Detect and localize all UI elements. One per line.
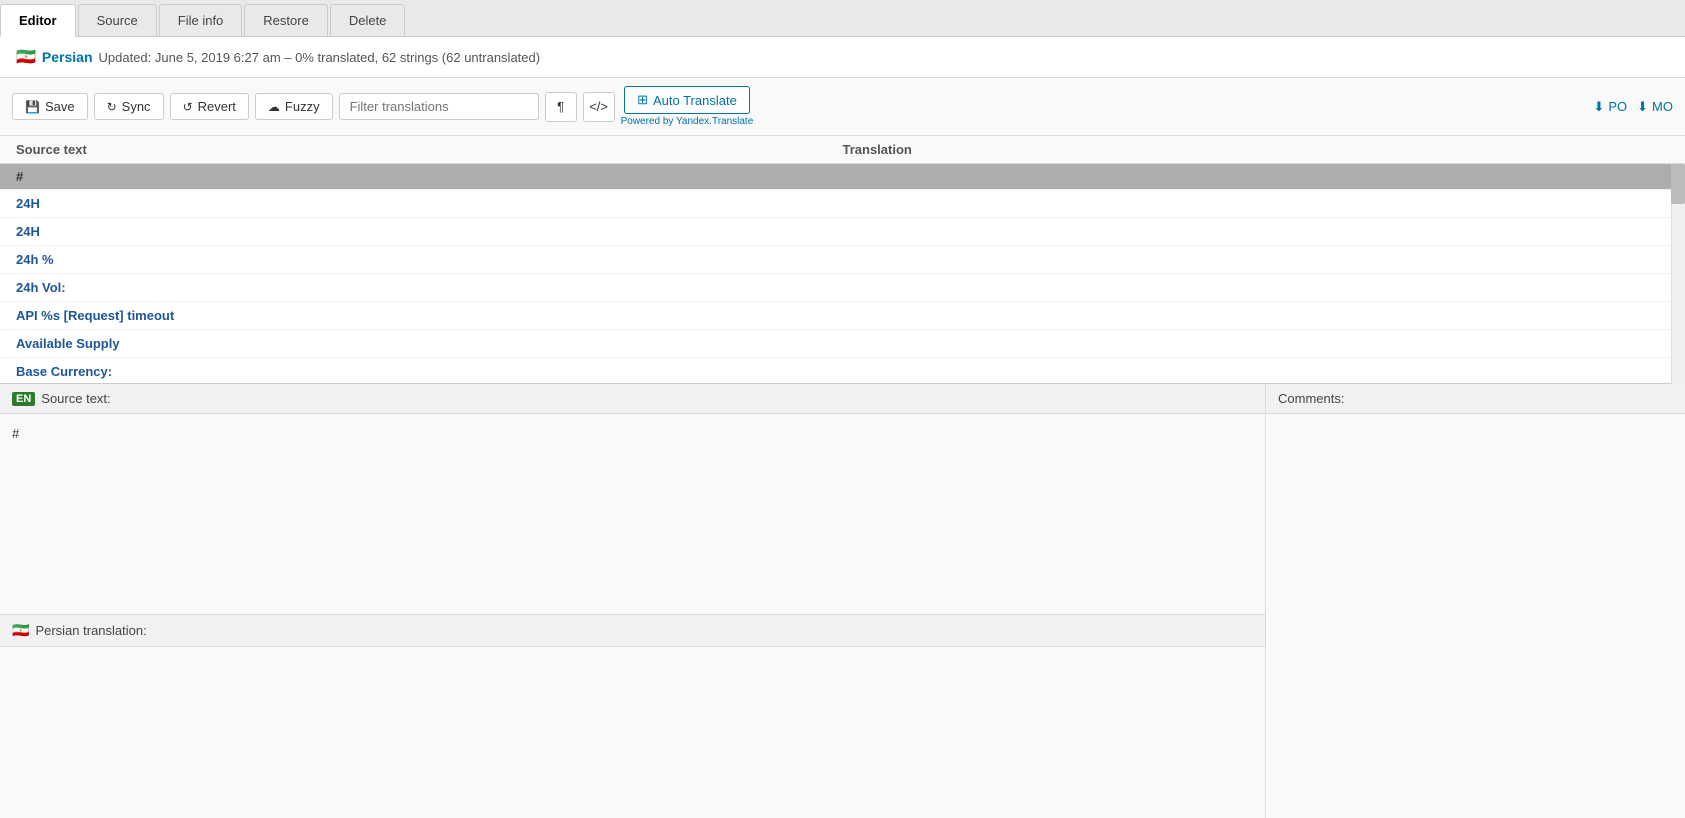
persian-flag-translation: 🇮🇷 — [12, 622, 29, 639]
string-translation — [843, 336, 1670, 351]
info-bar: 🇮🇷 Persian Updated: June 5, 2019 6:27 am… — [0, 37, 1685, 78]
revert-icon: ↺ — [183, 100, 193, 114]
source-text-content: # — [12, 426, 19, 441]
table-row[interactable]: Base Currency: — [0, 358, 1685, 384]
table-row[interactable]: # — [0, 164, 1685, 190]
string-source: 24H — [16, 196, 843, 211]
tab-file-info[interactable]: File info — [159, 4, 243, 36]
panels-row: EN Source text: # 🇮🇷 Persian translation… — [0, 384, 1685, 818]
language-meta: Updated: June 5, 2019 6:27 am – 0% trans… — [99, 50, 541, 65]
download-po-icon: ⬇ — [1593, 99, 1604, 115]
translation-header: Translation — [843, 142, 1670, 157]
string-source: # — [16, 169, 843, 184]
strings-wrapper: # 24H 24H 24h % 24h Vol: API %s [Request… — [0, 164, 1685, 384]
comments-panel-body — [1266, 414, 1685, 818]
language-name: Persian — [42, 49, 93, 65]
tab-restore[interactable]: Restore — [244, 4, 328, 36]
string-source: API %s [Request] timeout — [16, 308, 843, 323]
string-translation — [843, 196, 1670, 211]
string-translation — [843, 224, 1670, 239]
table-row[interactable]: 24H — [0, 218, 1685, 246]
download-mo-link[interactable]: ⬇ MO — [1637, 99, 1673, 115]
comments-label: Comments: — [1278, 391, 1344, 406]
auto-translate-wrapper: ⊞ Auto Translate Powered by Yandex.Trans… — [621, 86, 754, 127]
source-header: Source text — [16, 142, 843, 157]
string-source: Available Supply — [16, 336, 843, 351]
powered-by-label: Powered by Yandex.Translate — [621, 116, 754, 127]
string-translation — [843, 308, 1670, 323]
table-row[interactable]: 24h Vol: — [0, 274, 1685, 302]
string-source: 24H — [16, 224, 843, 239]
save-button[interactable]: 💾 Save — [12, 93, 88, 120]
download-po-link[interactable]: ⬇ PO — [1593, 99, 1627, 115]
code-icon: </> — [589, 99, 608, 114]
table-row[interactable]: 24H — [0, 190, 1685, 218]
sync-button[interactable]: ↻ Sync — [94, 93, 164, 120]
string-translation — [843, 280, 1670, 295]
translation-panel-body[interactable] — [0, 647, 1265, 818]
translate-icon: ⊞ — [637, 92, 648, 108]
string-translation — [843, 169, 1670, 184]
string-source: Base Currency: — [16, 364, 843, 379]
cloud-icon: ☁ — [268, 100, 280, 114]
translation-panel-label: Persian translation: — [35, 623, 146, 638]
tab-delete[interactable]: Delete — [330, 4, 406, 36]
paragraph-icon: ¶ — [557, 99, 564, 114]
table-row[interactable]: 24h % — [0, 246, 1685, 274]
string-translation — [843, 252, 1670, 267]
scrollbar-thumb[interactable] — [1671, 164, 1685, 204]
comments-panel: Comments: — [1265, 384, 1685, 818]
string-translation — [843, 364, 1670, 379]
revert-button[interactable]: ↺ Revert — [170, 93, 249, 120]
toolbar: 💾 Save ↻ Sync ↺ Revert ☁ Fuzzy ¶ </> ⊞ A… — [0, 78, 1685, 136]
scrollbar[interactable] — [1671, 164, 1685, 384]
fuzzy-button[interactable]: ☁ Fuzzy — [255, 93, 333, 120]
download-mo-icon: ⬇ — [1637, 99, 1648, 115]
persian-flag: 🇮🇷 — [16, 47, 36, 67]
sync-icon: ↻ — [107, 100, 117, 114]
table-row[interactable]: Available Supply — [0, 330, 1685, 358]
en-badge: EN — [12, 392, 35, 406]
source-panel: EN Source text: # 🇮🇷 Persian translation… — [0, 384, 1265, 818]
comments-panel-header: Comments: — [1266, 384, 1685, 414]
code-button[interactable]: </> — [583, 92, 615, 122]
table-header: Source text Translation — [0, 136, 1685, 164]
source-panel-header: EN Source text: — [0, 384, 1265, 414]
toolbar-right: ⬇ PO ⬇ MO — [1593, 99, 1673, 115]
source-panel-body: # — [0, 414, 1265, 614]
tab-editor[interactable]: Editor — [0, 4, 76, 37]
main-container: Editor Source File info Restore Delete 🇮… — [0, 0, 1685, 818]
source-panel-label: Source text: — [41, 391, 110, 406]
filter-input[interactable] — [339, 93, 539, 120]
tabs-bar: Editor Source File info Restore Delete — [0, 0, 1685, 37]
string-source: 24h % — [16, 252, 843, 267]
string-source: 24h Vol: — [16, 280, 843, 295]
save-icon: 💾 — [25, 100, 40, 114]
tab-source[interactable]: Source — [78, 4, 157, 36]
table-row[interactable]: API %s [Request] timeout — [0, 302, 1685, 330]
paragraph-button[interactable]: ¶ — [545, 92, 577, 122]
auto-translate-button[interactable]: ⊞ Auto Translate — [624, 86, 750, 114]
strings-container[interactable]: # 24H 24H 24h % 24h Vol: API %s [Request… — [0, 164, 1685, 384]
translation-panel-header: 🇮🇷 Persian translation: — [0, 614, 1265, 647]
